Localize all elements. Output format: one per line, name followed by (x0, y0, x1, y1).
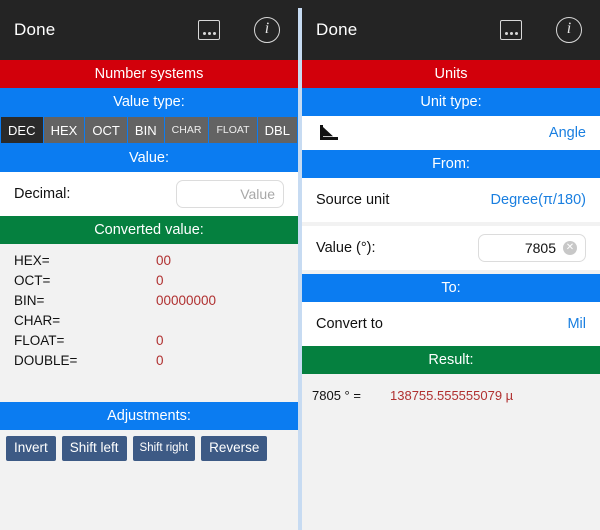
from-header: From: (302, 150, 600, 178)
converted-row-hex: HEX= 00 (0, 250, 298, 270)
angle-icon (316, 123, 342, 143)
converted-key-float: FLOAT= (14, 332, 65, 348)
shift-left-button[interactable]: Shift left (61, 436, 127, 461)
converted-key-hex: HEX= (14, 252, 50, 268)
value-input-row: Value (°): 7805 ✕ (302, 226, 600, 270)
converted-key-double: DOUBLE= (14, 352, 78, 368)
segment-hex[interactable]: HEX (43, 117, 86, 143)
converted-key-char: CHAR= (14, 312, 61, 328)
converted-value-oct: 0 (156, 272, 164, 288)
value-type-segmented-control[interactable]: DEC HEX OCT BIN CHAR FLOAT DBL (0, 116, 298, 144)
convert-to-row[interactable]: Convert to Mil (302, 302, 600, 346)
status-strip (0, 0, 600, 8)
converted-value-float: 0 (156, 332, 164, 348)
value-input-wrapper[interactable]: 7805 ✕ (478, 234, 586, 262)
source-unit-value[interactable]: Degree(π/180) (491, 192, 586, 208)
more-dots-icon[interactable] (198, 20, 220, 40)
info-circle-icon[interactable]: i (556, 17, 582, 43)
segment-oct[interactable]: OCT (85, 117, 128, 143)
converted-value-hex: 00 (156, 252, 172, 268)
right-gap-3 (302, 374, 600, 382)
unit-type-header: Unit type: (302, 88, 600, 116)
value-type-header: Value type: (0, 88, 298, 116)
converted-value-double: 0 (156, 352, 164, 368)
converted-row-float: FLOAT= 0 (0, 330, 298, 350)
converted-value-bin: 00000000 (156, 292, 217, 308)
done-button-right[interactable]: Done (316, 20, 357, 40)
segment-bin[interactable]: BIN (127, 117, 165, 143)
units-panel: Done i Units Unit type: Angle From: Sour… (302, 0, 600, 530)
convert-to-label: Convert to (316, 316, 383, 332)
left-navbar: Done i (0, 0, 298, 60)
right-navbar: Done i (302, 0, 600, 60)
result-expression: 7805 ° = (312, 387, 361, 403)
converted-key-bin: BIN= (14, 292, 45, 308)
left-gap (0, 380, 298, 402)
convert-to-value[interactable]: Mil (567, 316, 586, 332)
converted-value-list: HEX= 00 OCT= 0 BIN= 00000000 CHAR= FLOAT… (0, 244, 298, 380)
value-label: Value (°): (316, 240, 376, 256)
segment-float[interactable]: FLOAT (209, 117, 258, 143)
app-screen: Done i Number systems Value type: DEC HE… (0, 0, 600, 530)
decimal-input[interactable]: Value (176, 180, 284, 208)
converted-row-char: CHAR= (0, 310, 298, 330)
result-row: 7805 ° = 138755.555555079 µ (302, 382, 600, 408)
segment-char[interactable]: CHAR (164, 117, 210, 143)
info-circle-icon[interactable]: i (254, 17, 280, 43)
value-header: Value: (0, 144, 298, 172)
shift-right-button[interactable]: Shift right (132, 436, 196, 461)
done-button-left[interactable]: Done (14, 20, 55, 40)
converted-row-double: DOUBLE= 0 (0, 350, 298, 370)
value-input[interactable]: 7805 (525, 240, 556, 256)
result-header: Result: (302, 346, 600, 374)
result-value: 138755.555555079 µ (390, 387, 514, 403)
source-unit-label: Source unit (316, 192, 390, 208)
more-dots-icon[interactable] (500, 20, 522, 40)
adjustment-buttons: Invert Shift left Shift right Reverse (0, 430, 298, 461)
to-header: To: (302, 274, 600, 302)
decimal-row: Decimal: Value (0, 172, 298, 216)
number-systems-panel: Done i Number systems Value type: DEC HE… (0, 0, 298, 530)
clear-circle-icon[interactable]: ✕ (563, 241, 577, 255)
converted-row-bin: BIN= 00000000 (0, 290, 298, 310)
reverse-button[interactable]: Reverse (201, 436, 268, 461)
decimal-label: Decimal: (14, 186, 71, 202)
adjustments-header: Adjustments: (0, 402, 298, 430)
unit-type-row[interactable]: Angle (302, 116, 600, 150)
left-panel-title: Number systems (0, 60, 298, 88)
unit-type-value[interactable]: Angle (549, 125, 586, 141)
segment-dbl[interactable]: DBL (257, 117, 297, 143)
converted-value-header: Converted value: (0, 216, 298, 244)
converted-row-oct: OCT= 0 (0, 270, 298, 290)
right-panel-title: Units (302, 60, 600, 88)
converted-key-oct: OCT= (14, 272, 51, 288)
source-unit-row[interactable]: Source unit Degree(π/180) (302, 178, 600, 222)
segment-dec[interactable]: DEC (1, 117, 44, 143)
invert-button[interactable]: Invert (6, 436, 56, 461)
